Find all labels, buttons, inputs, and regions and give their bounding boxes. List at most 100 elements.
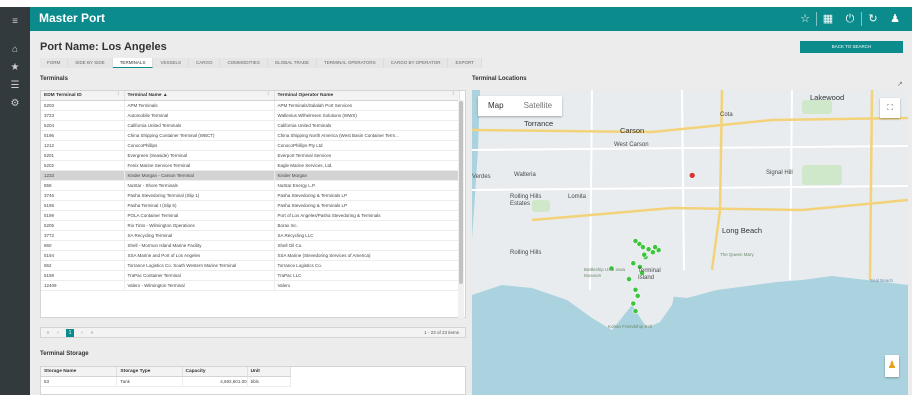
header-icons: ☆ ▦ ⏻ ↻ ♟	[794, 7, 906, 31]
column-header-label: EDM Terminal ID	[44, 92, 82, 98]
table-cell: 53	[41, 376, 118, 387]
user-icon[interactable]: ♟	[884, 7, 906, 31]
star-icon[interactable]: ★	[0, 59, 30, 77]
table-cell: Rio Tinto - Wilmington Operations	[124, 220, 275, 231]
left-nav: ≡ ⌂ ★ ☰ ⚙	[0, 7, 30, 395]
column-header[interactable]: Terminal Operator Name ⋮	[274, 91, 460, 101]
first-page-button[interactable]: «	[44, 329, 52, 337]
table-row[interactable]: 859 NuStar - Shore Terminals NuStar Energy…	[41, 180, 460, 191]
storage-row[interactable]: 53 Tank 4,692,601.00 bbls	[41, 376, 292, 387]
storage-column-header[interactable]: Storage Type	[116, 367, 183, 377]
refresh-icon[interactable]: ↻	[862, 7, 884, 31]
table-cell: Shell - Mormon Island Marine Facility	[124, 240, 275, 251]
column-header[interactable]: EDM Terminal ID ⋮	[41, 91, 125, 101]
table-row[interactable]: 5196 China Shipping Container Terminal (W…	[41, 130, 460, 141]
next-page-button[interactable]: ›	[78, 329, 86, 337]
tab-cargo-by-operator[interactable]: CARGO BY OPERATOR	[383, 58, 449, 68]
table-cell: 862	[41, 260, 125, 271]
map-label-rolling-hills: Rolling Hills	[510, 250, 542, 256]
fullscreen-icon[interactable]: ⛶	[880, 98, 900, 118]
map-type-satellite[interactable]: Satellite	[514, 96, 562, 116]
last-page-button[interactable]: »	[88, 329, 96, 337]
terminal-marker[interactable]	[652, 244, 658, 250]
table-row[interactable]: 5194 SSA Marine and Port of Los Angeles SS…	[41, 250, 460, 261]
column-menu-icon[interactable]: ⋮	[451, 91, 456, 96]
table-cell: Kinder Morgan - Carson Terminal	[124, 170, 275, 181]
table-row[interactable]: 5199 POLA Container Terminal Port of Los A…	[41, 210, 460, 221]
table-row[interactable]: 862 Torrance Logistics Co. South Western …	[41, 260, 460, 271]
table-row[interactable]: 3772 SA Recycling Terminal SA Recycling LL…	[41, 230, 460, 241]
terminal-marker[interactable]	[634, 292, 641, 299]
table-cell: bbls	[247, 376, 292, 387]
tab-form[interactable]: FORM	[40, 58, 69, 68]
table-cell: China Shipping Container Terminal (WBCT)	[124, 130, 275, 141]
grid-scrollbar-thumb[interactable]	[459, 101, 463, 284]
home-icon[interactable]: ⌂	[0, 41, 30, 59]
table-row[interactable]: 5201 Evergreen (Seaside) Terminal Everport…	[41, 150, 460, 161]
column-header-label: Terminal Operator Name	[277, 92, 334, 98]
settings-icon[interactable]: ⚙	[0, 95, 30, 113]
street-view-pegman-icon[interactable]: ♟	[885, 355, 899, 377]
tab-cargo[interactable]: CARGO	[188, 58, 221, 68]
column-menu-icon[interactable]: ⋮	[266, 91, 271, 96]
table-row[interactable]: 3723 Automobile Terminal Wallenius Wilhelm…	[41, 110, 460, 121]
terminal-marker[interactable]	[632, 308, 639, 314]
list-icon[interactable]: ☰	[0, 77, 30, 95]
pager-info: 1 - 23 of 23 items	[424, 330, 459, 335]
table-row[interactable]: 5195 Pasha Terminal I (Slip 5) Pasha Steve…	[41, 200, 460, 211]
external-link-icon[interactable]: ↗	[897, 80, 903, 88]
map-label-rolling-hills-estates: Rolling Hills Estates	[510, 194, 542, 207]
table-cell: SSA Marine and Port of Los Angeles	[124, 250, 275, 261]
table-cell: Wallenius Wilhelmsen Solutions (WWS)	[274, 110, 460, 121]
table-row[interactable]: 1233 Kinder Morgan - Carson Terminal Kinde…	[41, 170, 460, 181]
table-cell: China Shipping North America (West Basin…	[274, 130, 460, 141]
table-row[interactable]: 12409 Valero - Wilmington Terminal Valero	[41, 280, 460, 291]
tab-vessels[interactable]: VESSELS	[153, 58, 189, 68]
tab-global-trade[interactable]: GLOBAL TRADE	[267, 58, 317, 68]
table-row[interactable]: 5205 Rio Tinto - Wilmington Operations Bor…	[41, 220, 460, 231]
terminal-marker[interactable]	[688, 172, 696, 179]
terminal-marker[interactable]	[632, 286, 639, 293]
table-row[interactable]: 5198 TraPac Container Terminal TraPac LLC	[41, 270, 460, 281]
map-label-terminal-island: Terminal Island	[638, 268, 661, 281]
power-icon[interactable]: ⏻	[839, 7, 861, 31]
terminal-map[interactable]: Map Satellite ⛶ Torrance Carson Lakewood…	[472, 90, 908, 395]
back-to-search-button[interactable]: BACK TO SEARCH	[800, 41, 903, 53]
grid-icon[interactable]: ▦	[817, 7, 839, 31]
terminal-marker[interactable]	[649, 249, 656, 256]
table-cell: Port of Los Angeles/Pasha Stevedoring & …	[274, 210, 460, 221]
table-cell: Pasha Terminal I (Slip 5)	[124, 200, 275, 211]
table-row[interactable]: 860 Shell - Mormon Island Marine Facility…	[41, 240, 460, 251]
table-row[interactable]: 5203 APM Terminals APM Terminals/Salalah P…	[41, 100, 460, 111]
table-row[interactable]: 5204 California United Terminals Californi…	[41, 120, 460, 131]
storage-column-header[interactable]: Unit	[247, 367, 292, 377]
column-menu-icon[interactable]: ⋮	[116, 91, 121, 96]
current-page-button[interactable]: 1	[66, 329, 74, 337]
storage-column-header[interactable]: Capacity	[182, 367, 248, 377]
table-row[interactable]: 1212 ConocoPhillips ConocoPhillips Pty Ltd	[41, 140, 460, 151]
map-label-signal-hill: Signal Hill	[766, 170, 793, 176]
prev-page-button[interactable]: ‹	[54, 329, 62, 337]
logo-icon[interactable]: ≡	[0, 13, 30, 31]
map-type-map[interactable]: Map	[478, 96, 514, 116]
terminal-marker[interactable]	[630, 260, 637, 267]
tab-terminal-operators[interactable]: TERMINAL OPERATORS	[317, 58, 384, 68]
tab-side-by-side[interactable]: SIDE BY SIDE	[68, 58, 113, 68]
terminal-marker[interactable]	[641, 251, 648, 258]
tab-export[interactable]: EXPORT	[448, 58, 482, 68]
map-title: Terminal Locations	[472, 76, 527, 82]
tab-commodities[interactable]: COMMODITIES	[220, 58, 268, 68]
terminal-marker[interactable]	[630, 300, 637, 307]
column-header[interactable]: Terminal Name ▲ ⋮	[124, 91, 275, 101]
tab-terminals[interactable]: TERMINALS	[112, 58, 154, 68]
table-cell: Torrance Logistics Co. South Western Mar…	[124, 260, 275, 271]
map-label-friendship-bell: Kohan Friendship Bell	[608, 324, 653, 329]
table-row[interactable]: 3746 Pasha Stevedoring Terminal (Slip 1) P…	[41, 190, 460, 201]
map-label-walteria: Walteria	[514, 172, 536, 178]
table-row[interactable]: 5202 Fenix Marine Services Terminal Eagle …	[41, 160, 460, 171]
star-icon[interactable]: ☆	[794, 7, 816, 31]
storage-column-header[interactable]: Storage Name	[41, 367, 118, 377]
table-cell: Automobile Terminal	[124, 110, 275, 121]
map-label-battleship: Battleship USS Iowa Museum	[584, 267, 626, 278]
terminal-marker[interactable]	[639, 244, 646, 250]
